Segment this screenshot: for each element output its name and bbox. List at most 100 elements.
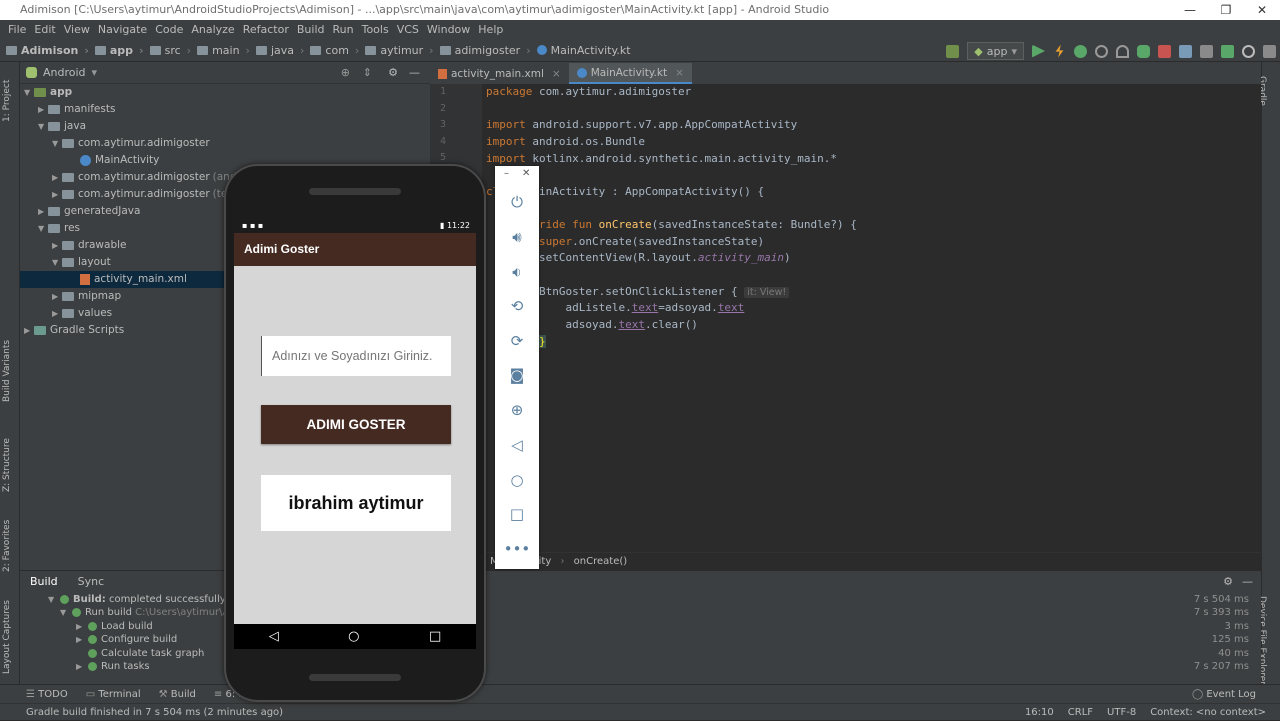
tool-favorites[interactable]: 2: Favorites bbox=[2, 520, 12, 572]
avd-manager-icon[interactable] bbox=[1200, 44, 1213, 58]
minimize-icon[interactable]: — bbox=[1172, 0, 1208, 20]
build-row-configure-build[interactable]: ▶ Configure build bbox=[76, 633, 177, 647]
hide-icon[interactable]: — bbox=[409, 66, 420, 79]
tree-item-package-test[interactable]: ▶com.aytimur.adimigoster(test) bbox=[52, 186, 241, 203]
search-icon[interactable] bbox=[1242, 44, 1255, 58]
tool-build-variants[interactable]: Build Variants bbox=[2, 340, 12, 402]
overview-icon[interactable]: □ bbox=[504, 501, 530, 527]
more-icon[interactable]: ••• bbox=[504, 536, 531, 562]
tree-item-generatedjava[interactable]: ▶ generatedJava bbox=[38, 203, 140, 220]
build-row-load-build[interactable]: ▶ Load build bbox=[76, 620, 153, 634]
tab-sync[interactable]: Sync bbox=[78, 575, 105, 588]
tree-item-res[interactable]: ▼ res bbox=[38, 220, 80, 237]
close-tab-icon[interactable]: × bbox=[552, 68, 561, 80]
crumb-project[interactable]: Adimison bbox=[21, 44, 78, 57]
hide-icon[interactable]: — bbox=[1242, 575, 1253, 588]
crumb-file[interactable]: MainActivity.kt bbox=[551, 44, 631, 57]
menu-tools[interactable]: Tools bbox=[358, 20, 393, 39]
context-indicator[interactable]: Context: <no context> bbox=[1150, 704, 1266, 721]
menu-vcs[interactable]: VCS bbox=[393, 20, 423, 39]
tab-activity-main-xml[interactable]: activity_main.xml × bbox=[430, 63, 569, 84]
caret-position[interactable]: 16:10 bbox=[1025, 704, 1054, 721]
menu-code[interactable]: Code bbox=[151, 20, 187, 39]
tree-item-layout[interactable]: ▼ layout bbox=[52, 254, 111, 271]
volume-up-icon[interactable]: 🔊︎ bbox=[504, 224, 530, 250]
tree-item-values[interactable]: ▶ values bbox=[52, 305, 112, 322]
tree-item-package[interactable]: ▼ com.aytimur.adimigoster bbox=[52, 135, 210, 152]
stop-icon[interactable] bbox=[1158, 44, 1171, 58]
tool-layout-captures[interactable]: Layout Captures bbox=[2, 600, 12, 674]
crumb-com[interactable]: com bbox=[325, 44, 349, 57]
attach-debugger-icon[interactable] bbox=[1137, 44, 1150, 58]
tool-build[interactable]: ⚒ Build bbox=[159, 689, 196, 700]
menu-run[interactable]: Run bbox=[329, 20, 358, 39]
close-icon[interactable]: ✕ bbox=[1244, 0, 1280, 20]
back-icon[interactable]: ◁ bbox=[504, 432, 530, 458]
power-icon[interactable]: ⏻ bbox=[504, 189, 530, 215]
gear-icon[interactable]: ⚙ bbox=[388, 66, 398, 79]
emulator-screen[interactable]: ▪ ▪ ▪ ▮ 11:22 Adimi Goster ADIMI GOSTER … bbox=[234, 219, 476, 649]
collapse-icon[interactable]: ⇕ bbox=[363, 66, 372, 79]
locate-icon[interactable]: ⊕ bbox=[341, 66, 350, 79]
debug-icon[interactable] bbox=[1074, 44, 1087, 58]
show-name-button[interactable]: ADIMI GOSTER bbox=[261, 405, 451, 444]
tree-item-gradle-scripts[interactable]: ▶ Gradle Scripts bbox=[24, 322, 124, 339]
editor-crumb-function[interactable]: onCreate() bbox=[574, 556, 628, 567]
zoom-icon[interactable]: ⊕ bbox=[504, 397, 530, 423]
crumb-java[interactable]: java bbox=[271, 44, 294, 57]
tool-event-log[interactable]: ◯ Event Log bbox=[1192, 689, 1256, 700]
menu-build[interactable]: Build bbox=[293, 20, 329, 39]
build-row-task-graph[interactable]: Calculate task graph bbox=[88, 647, 204, 661]
menu-view[interactable]: View bbox=[60, 20, 94, 39]
name-input[interactable] bbox=[261, 336, 451, 376]
build-row-run-build[interactable]: ▼ Run build C:\Users\aytimur\An bbox=[60, 606, 236, 620]
crumb-src[interactable]: src bbox=[165, 44, 181, 57]
menu-file[interactable]: File bbox=[4, 20, 30, 39]
home-icon[interactable]: ○ bbox=[348, 629, 359, 644]
coverage-icon[interactable] bbox=[1116, 44, 1129, 58]
rotate-left-icon[interactable]: ⟲ bbox=[504, 293, 530, 319]
tool-project[interactable]: 1: Project bbox=[2, 80, 12, 122]
run-icon[interactable] bbox=[1032, 44, 1045, 58]
apply-changes-icon[interactable] bbox=[1055, 44, 1064, 58]
home-icon[interactable]: ○ bbox=[504, 467, 530, 493]
crumb-main[interactable]: main bbox=[212, 44, 239, 57]
profile-icon[interactable] bbox=[1095, 44, 1108, 58]
crumb-package[interactable]: adimigoster bbox=[455, 44, 521, 57]
file-encoding[interactable]: UTF-8 bbox=[1107, 704, 1136, 721]
close-icon[interactable]: ✕ bbox=[522, 168, 530, 179]
menu-analyze[interactable]: Analyze bbox=[187, 20, 238, 39]
maximize-icon[interactable]: ❐ bbox=[1208, 0, 1244, 20]
tab-mainactivity-kt[interactable]: MainActivity.kt × bbox=[568, 63, 692, 84]
chevron-down-icon[interactable]: ▾ bbox=[92, 66, 98, 79]
tool-terminal[interactable]: ▭ Terminal bbox=[86, 689, 141, 700]
build-row-run-tasks[interactable]: ▶ Run tasks bbox=[76, 660, 150, 674]
back-icon[interactable]: ◁ bbox=[269, 629, 279, 644]
build-hammer-icon[interactable] bbox=[946, 44, 960, 58]
code-editor[interactable]: package com.aytimur.adimigoster import a… bbox=[482, 84, 1261, 552]
tree-item-java[interactable]: ▼ java bbox=[38, 118, 86, 135]
tree-item-app[interactable]: ▼ app bbox=[24, 84, 72, 101]
menu-window[interactable]: Window bbox=[423, 20, 474, 39]
line-separator[interactable]: CRLF bbox=[1068, 704, 1093, 721]
volume-down-icon[interactable]: 🔉︎ bbox=[504, 259, 530, 285]
sync-gradle-icon[interactable] bbox=[1179, 44, 1192, 58]
tree-item-manifests[interactable]: ▶ manifests bbox=[38, 101, 115, 118]
run-configuration-select[interactable]: ◆ app ▾ bbox=[967, 42, 1024, 60]
tree-item-drawable[interactable]: ▶ drawable bbox=[52, 237, 126, 254]
tool-todo[interactable]: ☰ TODO bbox=[26, 689, 68, 700]
menu-edit[interactable]: Edit bbox=[30, 20, 59, 39]
minimize-icon[interactable]: – bbox=[504, 168, 509, 179]
crumb-app[interactable]: app bbox=[110, 44, 133, 57]
tool-structure[interactable]: Z: Structure bbox=[2, 438, 12, 492]
menu-help[interactable]: Help bbox=[474, 20, 507, 39]
crumb-aytimur[interactable]: aytimur bbox=[380, 44, 423, 57]
menu-refactor[interactable]: Refactor bbox=[239, 20, 293, 39]
build-row-status[interactable]: ▼Build: completed successfully at bbox=[48, 593, 239, 607]
tab-build[interactable]: Build bbox=[30, 575, 58, 588]
recents-icon[interactable]: □ bbox=[429, 629, 441, 644]
tree-item-mainactivity[interactable]: MainActivity bbox=[80, 152, 159, 169]
tree-item-mipmap[interactable]: ▶ mipmap bbox=[52, 288, 121, 305]
project-view-select[interactable]: Android bbox=[43, 66, 86, 79]
menu-navigate[interactable]: Navigate bbox=[94, 20, 151, 39]
